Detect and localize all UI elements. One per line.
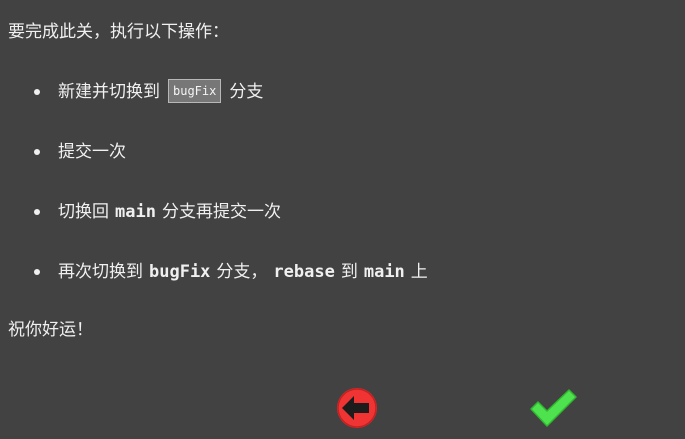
step-content: 新建并切换到 bugFix 分支 — [58, 79, 263, 105]
confirm-button[interactable] — [526, 386, 580, 430]
step-content: 再次切换到 bugFix 分支， rebase 到 main 上 — [58, 259, 428, 285]
step-content: 提交一次 — [58, 139, 126, 165]
bullet-point — [34, 209, 40, 215]
back-button[interactable] — [334, 386, 380, 430]
branch-name-chip: bugFix — [168, 79, 222, 103]
good-luck-message: 祝你好运！ — [8, 320, 93, 340]
bullet-point — [34, 269, 40, 275]
command-name: rebase — [273, 262, 335, 282]
bullet-point — [34, 89, 40, 95]
bullet-point — [34, 149, 40, 155]
instructions-intro: 要完成此关，执行以下操作： — [8, 22, 229, 42]
branch-name: main — [115, 202, 156, 222]
step-text: 再次切换到 — [58, 262, 143, 282]
checkmark-icon — [530, 389, 577, 427]
step-text: 分支 — [229, 82, 264, 102]
step-text: 上 — [410, 262, 428, 282]
step-text: 切换回 — [58, 202, 109, 222]
arrow-left-circle-icon — [337, 388, 377, 428]
step-text: 新建并切换到 — [58, 82, 160, 102]
step-text: 到 — [340, 262, 358, 282]
step-text: 分支， — [216, 262, 268, 282]
step-text: 分支再提交一次 — [161, 202, 281, 222]
branch-name: bugFix — [149, 262, 211, 282]
branch-name: main — [363, 262, 405, 282]
step-text: 提交一次 — [58, 142, 126, 162]
step-content: 切换回 main 分支再提交一次 — [58, 199, 281, 225]
